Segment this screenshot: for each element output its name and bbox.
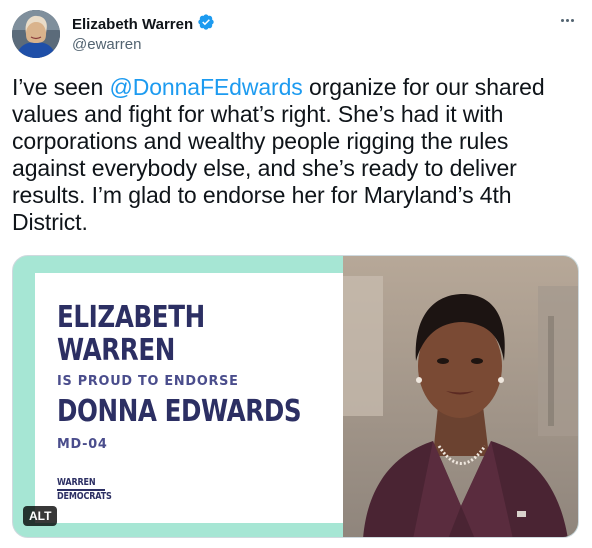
alt-text-badge[interactable]: ALT [23, 506, 58, 526]
graphic-line-name-first: ELIZABETH [57, 300, 205, 335]
more-options-icon[interactable] [556, 12, 578, 28]
logo-line: DEMOCRATS [57, 491, 112, 502]
candidate-photo [343, 256, 578, 537]
tweet-media-image[interactable]: ELIZABETH WARREN IS PROUD TO ENDORSE DON… [12, 255, 579, 538]
graphic-line-district: MD-04 [57, 436, 108, 452]
author-display-name[interactable]: Elizabeth Warren [72, 16, 193, 33]
warren-democrats-logo: WARREN DEMOCRATS [57, 478, 121, 502]
profile-photo-icon [12, 10, 60, 58]
tweet-text: I’ve seen @DonnaFEdwards organize for ou… [12, 74, 572, 236]
mention-link[interactable]: @DonnaFEdwards [109, 74, 302, 100]
candidate-portrait-icon [343, 256, 578, 537]
graphic-line-name-last: WARREN [57, 333, 175, 368]
verified-badge-icon [197, 13, 215, 36]
endorsement-graphic: ELIZABETH WARREN IS PROUD TO ENDORSE DON… [35, 273, 343, 523]
author-name-row: Elizabeth Warren [72, 13, 215, 36]
tweet-card: Elizabeth Warren @ewarren I’ve seen @Don… [0, 0, 592, 548]
author-handle[interactable]: @ewarren [72, 36, 141, 53]
tweet-text-part: I’ve seen [12, 74, 110, 100]
graphic-line-candidate: DONNA EDWARDS [57, 394, 302, 429]
logo-line: WARREN [57, 477, 96, 488]
author-avatar[interactable] [12, 10, 60, 58]
graphic-line-endorse: IS PROUD TO ENDORSE [57, 373, 239, 389]
